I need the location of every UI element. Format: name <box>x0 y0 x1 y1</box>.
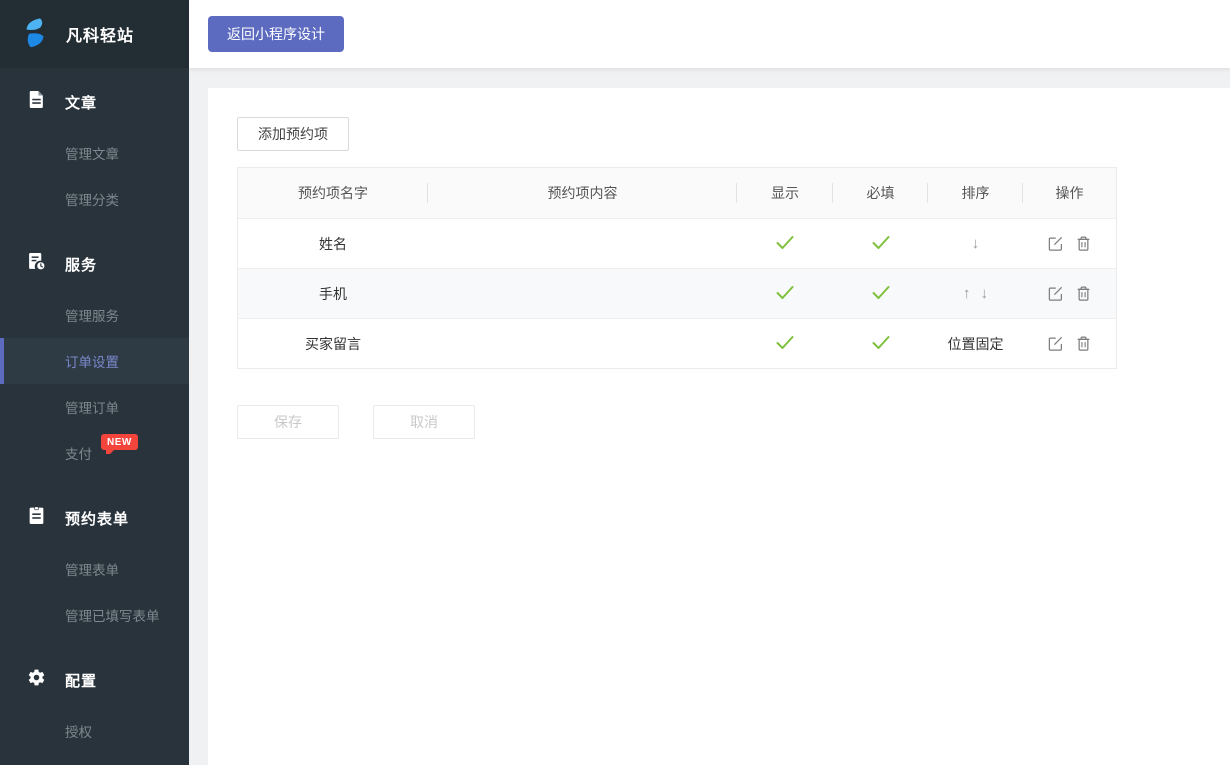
edit-icon[interactable] <box>1047 285 1064 302</box>
sort-down-icon[interactable]: ↓ <box>981 286 989 301</box>
sidebar-items: 管理服务 订单设置 管理订单 支付 NEW <box>0 292 189 476</box>
column-header-name: 预约项名字 <box>238 168 428 218</box>
edit-icon[interactable] <box>1047 335 1064 352</box>
item-content <box>428 219 737 268</box>
sort-fixed-label: 位置固定 <box>948 334 1004 354</box>
show-cell <box>737 269 833 318</box>
column-header-content: 预约项内容 <box>428 168 737 218</box>
required-cell <box>833 319 928 368</box>
form-actions: 保存 取消 <box>237 405 1230 439</box>
sidebar-item-manage-filled-forms[interactable]: 管理已填写表单 <box>0 592 189 638</box>
sidebar-section-articles: 文章 管理文章 管理分类 <box>0 86 189 222</box>
table-header-row: 预约项名字 预约项内容 显示 必填 排序 操作 <box>238 168 1116 218</box>
column-header-required: 必填 <box>833 168 928 218</box>
app-window: 凡科轻站 文章 管理文章 管理分类 <box>0 0 1230 765</box>
check-icon <box>872 335 890 353</box>
sidebar-item-label: 管理服务 <box>65 305 119 325</box>
edit-icon[interactable] <box>1047 235 1064 252</box>
delete-icon[interactable] <box>1075 335 1092 352</box>
add-booking-item-button[interactable]: 添加预约项 <box>237 117 349 151</box>
sidebar-section-label: 配置 <box>65 670 97 691</box>
sidebar-item-authorization[interactable]: 授权 <box>0 708 189 754</box>
check-icon <box>776 335 794 353</box>
column-header-actions: 操作 <box>1023 168 1116 218</box>
show-cell <box>737 219 833 268</box>
sidebar-item-label: 订单设置 <box>65 351 119 371</box>
brand-title: 凡科轻站 <box>66 22 134 46</box>
sidebar-item-label: 管理文章 <box>65 143 119 163</box>
item-content <box>428 269 737 318</box>
sidebar-item-manage-articles[interactable]: 管理文章 <box>0 130 189 176</box>
item-name: 姓名 <box>238 219 428 268</box>
check-icon <box>776 235 794 253</box>
sidebar-section-services-header: 服务 <box>0 248 189 280</box>
sidebar-section-label: 预约表单 <box>65 508 129 529</box>
sidebar-section-label: 服务 <box>65 254 97 275</box>
delete-icon[interactable] <box>1075 285 1092 302</box>
service-icon <box>27 252 46 276</box>
cancel-button[interactable]: 取消 <box>373 405 475 439</box>
article-icon <box>27 90 46 114</box>
table-body: 姓名 ↓ <box>238 218 1116 368</box>
main-area: 返回小程序设计 添加预约项 预约项名字 预约项内容 显示 必填 排序 操作 <box>189 0 1230 765</box>
sidebar-item-manage-orders[interactable]: 管理订单 <box>0 384 189 430</box>
topbar: 返回小程序设计 <box>189 0 1230 68</box>
sidebar-items: 管理表单 管理已填写表单 <box>0 546 189 638</box>
required-cell <box>833 269 928 318</box>
sidebar-item-manage-forms[interactable]: 管理表单 <box>0 546 189 592</box>
brand-header: 凡科轻站 <box>0 0 189 68</box>
sidebar-section-booking-forms: 预约表单 管理表单 管理已填写表单 <box>0 502 189 638</box>
sidebar-section-booking-forms-header: 预约表单 <box>0 502 189 534</box>
column-header-sort: 排序 <box>928 168 1023 218</box>
save-button[interactable]: 保存 <box>237 405 339 439</box>
booking-items-panel: 添加预约项 预约项名字 预约项内容 显示 必填 排序 操作 姓名 <box>208 88 1230 765</box>
booking-items-table: 预约项名字 预约项内容 显示 必填 排序 操作 姓名 <box>237 167 1117 369</box>
required-cell <box>833 219 928 268</box>
sidebar-item-order-settings[interactable]: 订单设置 <box>0 338 189 384</box>
check-icon <box>872 285 890 303</box>
actions-cell <box>1023 319 1116 368</box>
delete-icon[interactable] <box>1075 235 1092 252</box>
table-row: 买家留言 位置固定 <box>238 318 1116 368</box>
sidebar-item-label: 管理订单 <box>65 397 119 417</box>
sidebar-section-services: 服务 管理服务 订单设置 管理订单 支付 NEW <box>0 248 189 476</box>
gear-icon <box>27 668 46 692</box>
table-row: 手机 ↑ ↓ <box>238 268 1116 318</box>
sidebar-item-label: 管理表单 <box>65 559 119 579</box>
sidebar: 凡科轻站 文章 管理文章 管理分类 <box>0 0 189 765</box>
sidebar-section-articles-header: 文章 <box>0 86 189 118</box>
sidebar-item-manage-categories[interactable]: 管理分类 <box>0 176 189 222</box>
sidebar-item-manage-services[interactable]: 管理服务 <box>0 292 189 338</box>
sort-up-icon[interactable]: ↑ <box>963 286 971 301</box>
show-cell <box>737 319 833 368</box>
sidebar-items: 授权 <box>0 708 189 754</box>
new-badge: NEW <box>101 434 138 450</box>
sort-cell: ↓ <box>928 219 1023 268</box>
item-content <box>428 319 737 368</box>
sidebar-item-label: 管理已填写表单 <box>65 605 160 625</box>
actions-cell <box>1023 269 1116 318</box>
sort-down-icon[interactable]: ↓ <box>972 236 980 251</box>
item-name: 手机 <box>238 269 428 318</box>
check-icon <box>776 285 794 303</box>
form-icon <box>27 506 46 530</box>
sidebar-section-config: 配置 授权 <box>0 664 189 754</box>
sidebar-item-label: 支付 <box>65 443 92 463</box>
item-name: 买家留言 <box>238 319 428 368</box>
back-to-miniprogram-design-button[interactable]: 返回小程序设计 <box>208 16 344 52</box>
sidebar-item-label: 管理分类 <box>65 189 119 209</box>
table-row: 姓名 ↓ <box>238 218 1116 268</box>
sort-cell: 位置固定 <box>928 319 1023 368</box>
check-icon <box>872 235 890 253</box>
sidebar-section-config-header: 配置 <box>0 664 189 696</box>
brand-logo-icon <box>18 15 52 54</box>
sidebar-items: 管理文章 管理分类 <box>0 130 189 222</box>
sidebar-item-payment[interactable]: 支付 NEW <box>0 430 189 476</box>
sidebar-item-label: 授权 <box>65 721 92 741</box>
column-header-show: 显示 <box>737 168 833 218</box>
sidebar-section-label: 文章 <box>65 92 97 113</box>
sort-cell: ↑ ↓ <box>928 269 1023 318</box>
actions-cell <box>1023 219 1116 268</box>
content-area: 添加预约项 预约项名字 预约项内容 显示 必填 排序 操作 姓名 <box>189 68 1230 765</box>
